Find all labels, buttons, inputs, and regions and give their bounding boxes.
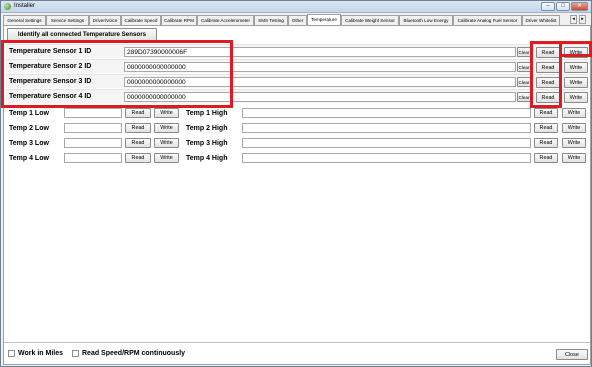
sensor-3-id-field[interactable]: 0000000000000000 (124, 77, 516, 87)
temp-3-low-label: Temp 3 Low (9, 140, 49, 147)
title-bar: Installer – □ ✕ (1, 1, 591, 13)
temp-4-high-label: Temp 4 High (186, 155, 228, 162)
temp-1-low-label: Temp 1 Low (9, 110, 49, 117)
temp-3-low-read-button[interactable]: Read (125, 138, 151, 148)
tab-calibrate-weight-sensor[interactable]: Calibrate Weight Sensor (341, 15, 399, 25)
work-in-miles-label: Work in Miles (18, 350, 63, 357)
temp-3-low-write-button[interactable]: Write (154, 138, 179, 148)
tab-calibrate-rpm[interactable]: Calibrate RPM (161, 15, 197, 25)
tab-general-settings[interactable]: General Settings (3, 15, 46, 25)
tab-bluetooth-low-energy[interactable]: Bluetooth Low Energy (399, 15, 453, 25)
sensor-3-write-button[interactable]: Write (564, 77, 588, 88)
sensor-1-read-button[interactable]: Read (536, 47, 560, 58)
temp-4-low-read-button[interactable]: Read (125, 153, 151, 163)
sensor-4-label: Temperature Sensor 4 ID (9, 93, 92, 100)
temp-1-low-field[interactable] (64, 108, 122, 118)
sensor-3-clear-button[interactable]: Clear (517, 77, 531, 87)
close-window-button[interactable]: ✕ (571, 2, 588, 11)
temp-2-high-field[interactable] (242, 123, 531, 133)
window-title: Installer (14, 3, 36, 9)
sensor-4-write-button[interactable]: Write (564, 92, 588, 103)
close-button[interactable]: Close (556, 349, 588, 360)
installer-window: Installer – □ ✕ General Settings Service… (0, 0, 592, 367)
sensor-1-write-button[interactable]: Write (564, 47, 588, 58)
read-continuously-label: Read Speed/RPM continuously (82, 350, 186, 357)
tab-service-settings[interactable]: Service Settings (46, 15, 89, 25)
sensor-4-clear-button[interactable]: Clear (517, 92, 531, 102)
temp-1-low-read-button[interactable]: Read (125, 108, 151, 118)
tab-calibrate-accelerometer[interactable]: Calibrate Accelerometer (197, 15, 254, 25)
tab-calibrate-analog-fuel-sensor[interactable]: Calibrate Analog Fuel Sensor (453, 15, 522, 25)
sensor-4-read-button[interactable]: Read (536, 92, 560, 103)
sensor-row-1: Temperature Sensor 1 ID 289D07390000006F… (6, 44, 588, 58)
sensor-3-read-button[interactable]: Read (536, 77, 560, 88)
temperature-panel: Identify all connected Temperature Senso… (1, 25, 592, 365)
temp-4-high-write-button[interactable]: Write (562, 153, 586, 163)
sensor-1-label: Temperature Sensor 1 ID (9, 48, 92, 55)
temp-2-high-read-button[interactable]: Read (534, 123, 558, 133)
temp-1-low-write-button[interactable]: Write (154, 108, 179, 118)
temp-4-low-field[interactable] (64, 153, 122, 163)
sensor-2-read-button[interactable]: Read (536, 62, 560, 73)
app-icon (4, 3, 11, 10)
sensor-2-clear-button[interactable]: Clear (517, 62, 531, 72)
tab-strip: General Settings Service Settings Driver… (3, 14, 591, 25)
temp-1-high-field[interactable] (242, 108, 531, 118)
temp-3-high-field[interactable] (242, 138, 531, 148)
temp-1-high-label: Temp 1 High (186, 110, 228, 117)
sensor-row-2: Temperature Sensor 2 ID 0000000000000000… (6, 59, 588, 73)
tab-temperature[interactable]: Temperature (307, 14, 341, 25)
temp-2-low-field[interactable] (64, 123, 122, 133)
sensor-1-clear-button[interactable]: Clear (517, 47, 531, 57)
temp-2-low-label: Temp 2 Low (9, 125, 49, 132)
temp-2-high-label: Temp 2 High (186, 125, 228, 132)
sensor-row-3: Temperature Sensor 3 ID 0000000000000000… (6, 74, 588, 88)
temp-2-high-write-button[interactable]: Write (562, 123, 586, 133)
minimize-button[interactable]: – (541, 2, 555, 11)
temp-4-high-read-button[interactable]: Read (534, 153, 558, 163)
sensor-3-label: Temperature Sensor 3 ID (9, 78, 92, 85)
sensor-4-id-field[interactable]: 0000000000000000 (124, 92, 516, 102)
tab-driver-voice[interactable]: Driver/Voice (89, 15, 121, 25)
temp-2-low-read-button[interactable]: Read (125, 123, 151, 133)
read-continuously-checkbox[interactable] (72, 350, 79, 357)
identify-sensors-button[interactable]: Identify all connected Temperature Senso… (7, 28, 157, 41)
tab-calibrate-speed[interactable]: Calibrate Speed (121, 15, 161, 25)
work-in-miles-checkbox[interactable] (8, 350, 15, 357)
tab-scroll-left-icon[interactable]: ◂ (570, 15, 577, 24)
temp-1-high-read-button[interactable]: Read (534, 108, 558, 118)
temp-2-low-write-button[interactable]: Write (154, 123, 179, 133)
tab-sms-testing[interactable]: SMS Testing (254, 15, 288, 25)
tab-driver-whitelist[interactable]: Driver Whitelist (522, 15, 560, 25)
footer-divider (4, 342, 590, 343)
tab-scroll-right-icon[interactable]: ▸ (579, 15, 586, 24)
temp-3-high-write-button[interactable]: Write (562, 138, 586, 148)
sensor-2-id-field[interactable]: 0000000000000000 (124, 62, 516, 72)
sensor-2-label: Temperature Sensor 2 ID (9, 63, 92, 70)
sensor-row-4: Temperature Sensor 4 ID 0000000000000000… (6, 89, 588, 103)
temp-3-low-field[interactable] (64, 138, 122, 148)
temp-4-high-field[interactable] (242, 153, 531, 163)
maximize-button[interactable]: □ (556, 2, 570, 11)
temp-4-low-label: Temp 4 Low (9, 155, 49, 162)
temp-3-high-read-button[interactable]: Read (534, 138, 558, 148)
temp-3-high-label: Temp 3 High (186, 140, 228, 147)
tab-other[interactable]: Other (288, 15, 307, 25)
temp-4-low-write-button[interactable]: Write (154, 153, 179, 163)
sensor-1-id-field[interactable]: 289D07390000006F (124, 47, 516, 57)
sensor-2-write-button[interactable]: Write (564, 62, 588, 73)
temp-1-high-write-button[interactable]: Write (562, 108, 586, 118)
